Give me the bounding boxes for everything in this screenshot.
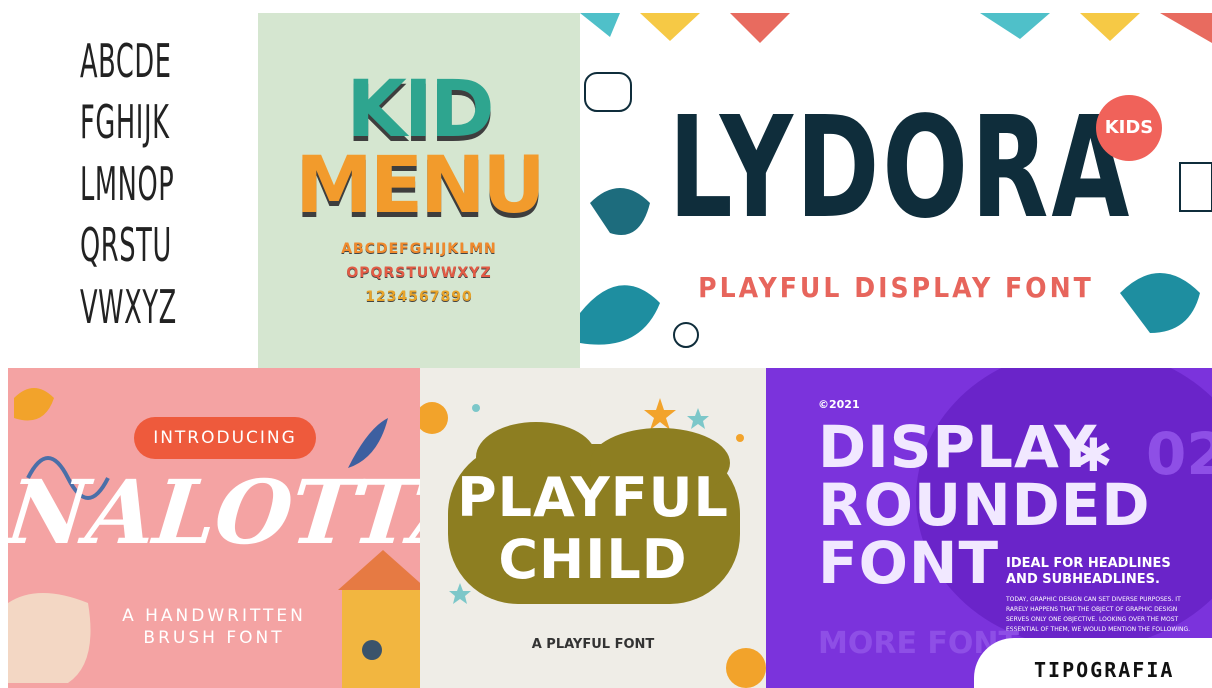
body-line: RARELY HAPPENS THAT THE OBJECT OF GRAPHI… — [1006, 606, 1178, 613]
lydora-title: LYDORA — [668, 87, 1133, 250]
nalotta-tile: INTRODUCING NALOTTA A HANDWRITTEN BRUSH … — [8, 368, 420, 688]
kid-menu-alphabet-row: ABCDEFGHIJKLMN — [341, 241, 497, 257]
body-line: SERVES ONLY ONE OBJECTIVE. LOOKING OVER … — [1006, 616, 1179, 623]
asterisk-icon: ✱ — [1074, 428, 1113, 482]
kid-menu-tile: KID MENU ABCDEFGHIJKLMN OPQRSTUVWXYZ 123… — [258, 13, 580, 368]
kids-badge: KIDS — [1096, 95, 1162, 161]
playful-child-title-line1: PLAYFUL — [457, 466, 729, 529]
nalotta-title: NALOTTA — [8, 460, 420, 564]
nalotta-subtitle-line1: A HANDWRITTEN — [122, 606, 306, 626]
ideal-line2: AND SUBHEADLINES. — [1006, 572, 1160, 587]
display-rounded-title-line3: FONT — [818, 529, 1000, 597]
alphabet-line: ABCDE — [80, 34, 172, 88]
display-rounded-tile: ©2021 DISPLAY ROUNDED FONT ✱ 02 IDEAL FO… — [766, 368, 1212, 688]
playful-child-subtitle: A PLAYFUL FONT — [531, 637, 655, 652]
introducing-pill: INTRODUCING — [134, 417, 316, 459]
body-line: TODAY, GRAPHIC DESIGN CAN SET DIVERSE PU… — [1006, 596, 1181, 603]
alphabet-line: QRSTU — [80, 218, 172, 272]
nalotta-subtitle-line2: BRUSH FONT — [143, 628, 285, 648]
alphabet-line: LMNOP — [80, 157, 175, 211]
kid-menu-alphabet-row: OPQRSTUVWXYZ — [346, 265, 492, 281]
alphabet-line: FGHIJK — [80, 95, 170, 149]
kid-menu-digits-row: 1234567890 — [365, 289, 473, 305]
playful-child-title-line2: CHILD — [498, 528, 688, 591]
body-text: TODAY, GRAPHIC DESIGN CAN SET DIVERSE PU… — [1006, 595, 1190, 635]
body-line: ESSENTIAL OF THEM, WE WOULD MENTION THE … — [1006, 626, 1191, 633]
playful-child-tile: PLAYFUL CHILD A PLAYFUL FONT — [420, 368, 766, 688]
display-rounded-title-line2: ROUNDED — [818, 471, 1151, 539]
lydora-subtitle: PLAYFUL DISPLAY FONT — [698, 271, 1094, 304]
tipografia-label: TIPOGRAFIA — [1034, 658, 1175, 682]
copyright-year: ©2021 — [818, 398, 860, 411]
lydora-tile: LYDORA KIDS PLAYFUL DISPLAY FONT — [580, 13, 1212, 368]
alphabet-specimen-tile: ABCDE FGHIJK LMNOP QRSTU VWXYZ — [0, 0, 258, 368]
tipografia-badge: TIPOGRAFIA — [974, 638, 1212, 688]
number-label: 02 — [1146, 420, 1212, 488]
display-rounded-title-line1: DISPLAY — [818, 413, 1098, 481]
alphabet-line: VWXYZ — [80, 280, 177, 334]
kid-menu-title-line2: MENU — [295, 141, 546, 231]
ideal-line1: IDEAL FOR HEADLINES — [1006, 556, 1171, 571]
